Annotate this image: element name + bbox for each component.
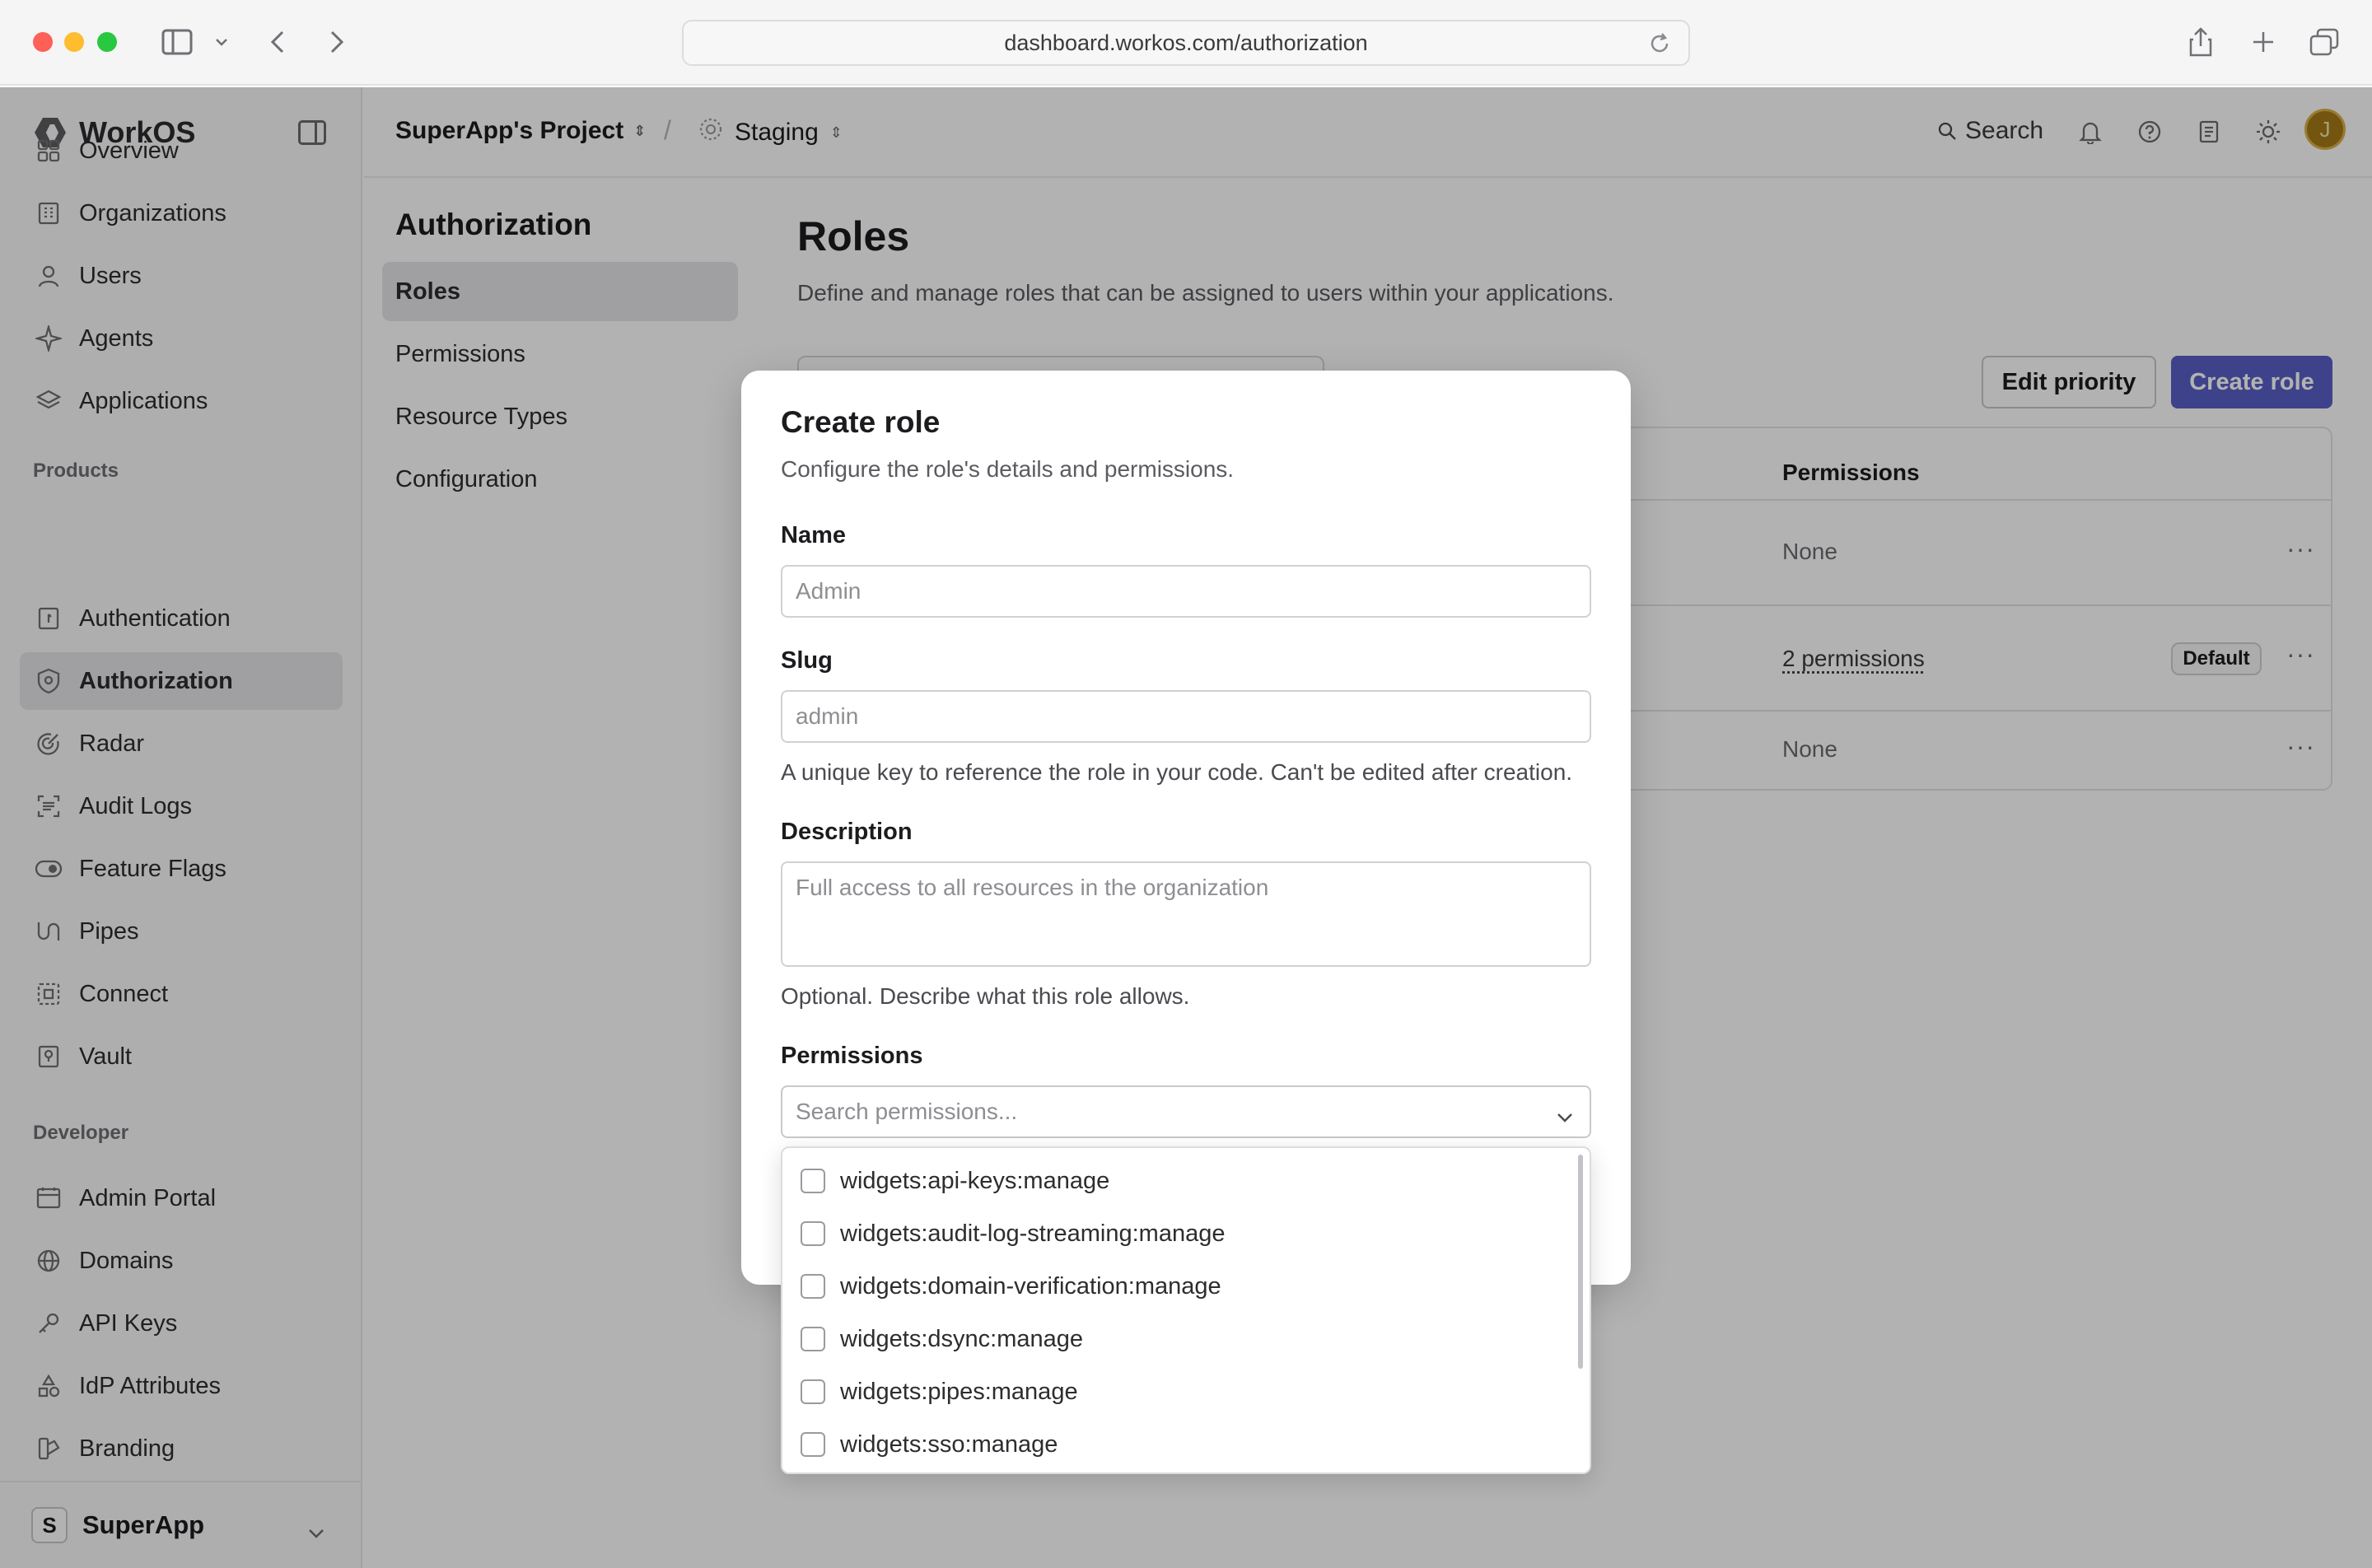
permission-option[interactable]: widgets:sso:manage (801, 1421, 1058, 1468)
permission-option-label: widgets:audit-log-streaming:manage (840, 1220, 1226, 1247)
tab-overview-icon[interactable] (2308, 25, 2341, 59)
permission-option[interactable]: widgets:pipes:manage (801, 1369, 1078, 1415)
chevron-down-icon[interactable] (212, 25, 231, 59)
permission-checkbox[interactable] (801, 1169, 825, 1193)
permission-option[interactable]: widgets:dsync:manage (801, 1316, 1083, 1362)
permission-checkbox[interactable] (801, 1221, 825, 1246)
description-textarea[interactable] (781, 861, 1591, 967)
permission-option-label: widgets:domain-verification:manage (840, 1272, 1221, 1300)
name-input[interactable] (781, 565, 1591, 618)
chevron-down-icon (1557, 1102, 1573, 1128)
permission-checkbox[interactable] (801, 1379, 825, 1404)
sidebar-toggle-icon[interactable] (160, 25, 194, 59)
reload-icon[interactable] (1647, 31, 1672, 62)
permission-option[interactable]: widgets:domain-verification:manage (801, 1263, 1221, 1309)
dialog-subtitle: Configure the role's details and permiss… (781, 456, 1235, 482)
permission-option-label: widgets:api-keys:manage (840, 1167, 1110, 1194)
permission-option[interactable]: widgets:api-keys:manage (801, 1158, 1109, 1204)
dialog-title: Create role (781, 405, 941, 439)
permission-option[interactable]: widgets:audit-log-streaming:manage (801, 1211, 1225, 1257)
close-window-button[interactable] (33, 32, 53, 52)
address-bar[interactable]: dashboard.workos.com/authorization (682, 20, 1690, 66)
forward-icon[interactable] (325, 25, 349, 59)
slug-help-text: A unique key to reference the role in yo… (781, 759, 1573, 785)
permission-checkbox[interactable] (801, 1327, 825, 1351)
permissions-dropdown: widgets:api-keys:manage widgets:audit-lo… (781, 1146, 1591, 1474)
description-label: Description (781, 819, 913, 845)
name-label: Name (781, 522, 846, 548)
maximize-window-button[interactable] (97, 32, 117, 52)
browser-chrome: dashboard.workos.com/authorization (0, 0, 2372, 86)
permissions-search-placeholder: Search permissions... (796, 1099, 1018, 1124)
slug-input[interactable] (781, 690, 1591, 743)
permission-checkbox[interactable] (801, 1274, 825, 1299)
permission-option-label: widgets:dsync:manage (840, 1325, 1083, 1352)
description-help-text: Optional. Describe what this role allows… (781, 983, 1190, 1009)
slug-label: Slug (781, 647, 833, 674)
back-icon[interactable] (265, 25, 290, 59)
permissions-label: Permissions (781, 1043, 923, 1069)
minimize-window-button[interactable] (64, 32, 84, 52)
permission-option-label: widgets:pipes:manage (840, 1378, 1078, 1405)
new-tab-icon[interactable] (2248, 25, 2278, 59)
dropdown-scrollbar[interactable] (1578, 1155, 1583, 1369)
permissions-search-select[interactable]: Search permissions... (781, 1085, 1591, 1138)
permission-option-label: widgets:sso:manage (840, 1430, 1058, 1458)
permission-checkbox[interactable] (801, 1432, 825, 1457)
share-icon[interactable] (2186, 25, 2216, 59)
url-text: dashboard.workos.com/authorization (1004, 30, 1368, 55)
